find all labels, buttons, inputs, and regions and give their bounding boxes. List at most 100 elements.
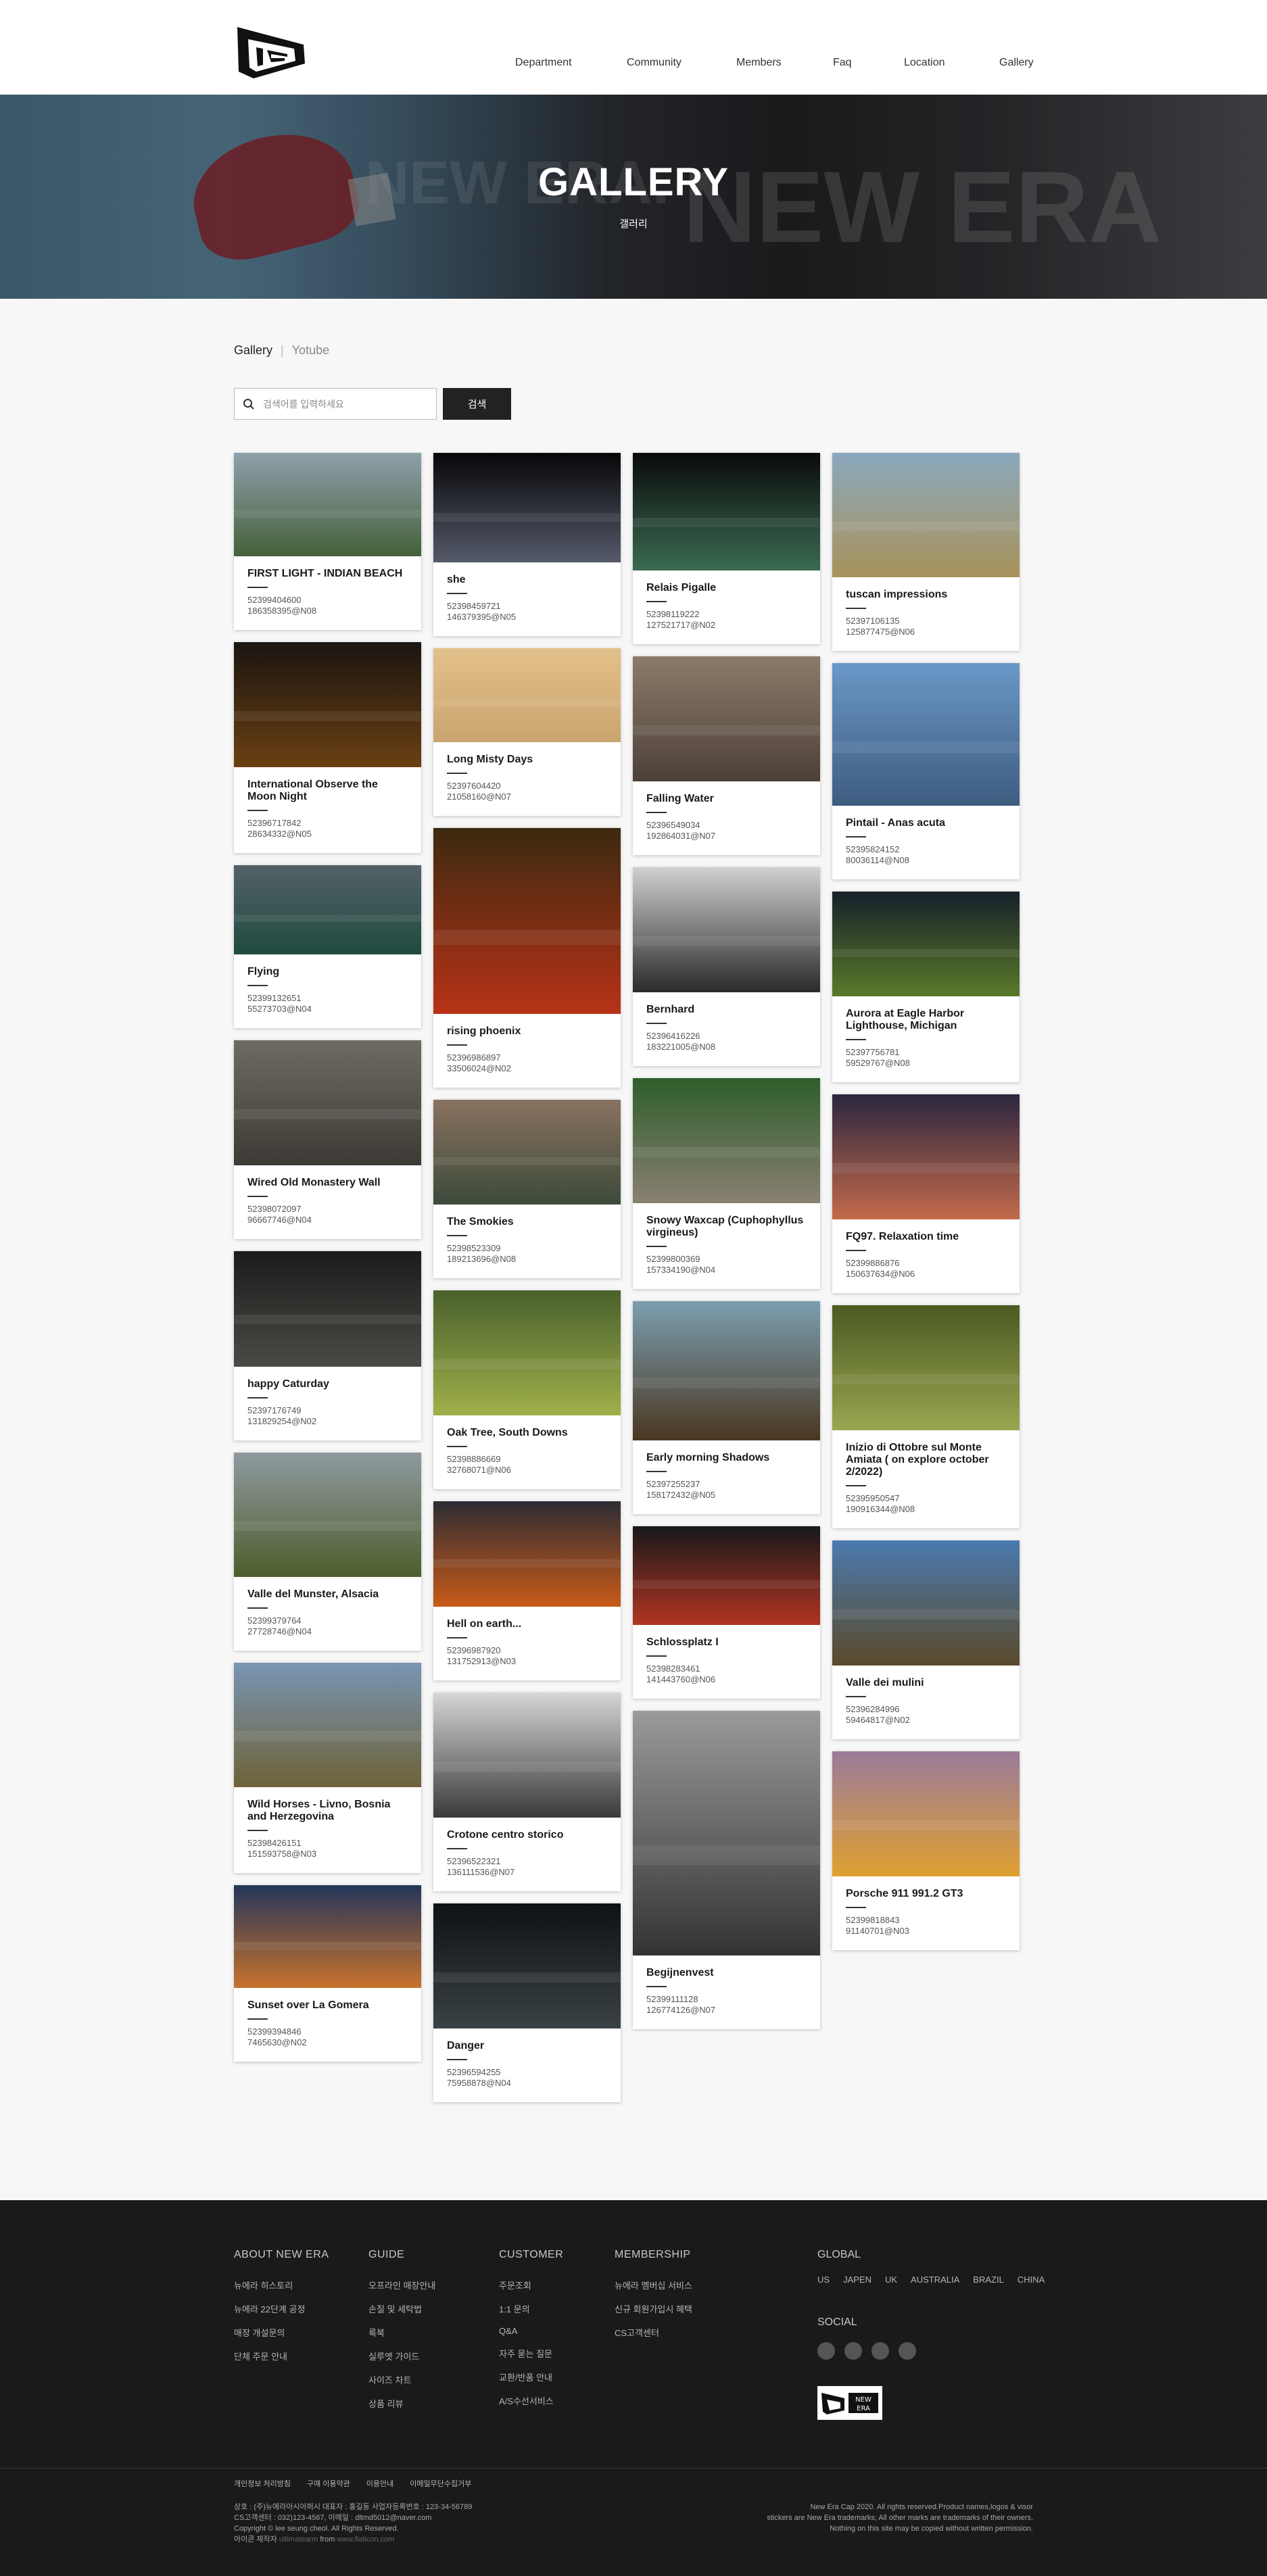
global-link[interactable]: JAPEN [843, 2275, 871, 2285]
card-title[interactable]: rising phoenix [447, 1025, 607, 1038]
card-title[interactable]: Sunset over La Gomera [247, 1999, 408, 2012]
gallery-card[interactable]: Begijnenvest 52399111128 126774126@N07 [633, 1711, 820, 2029]
card-title[interactable]: Bernhard [646, 1004, 807, 1016]
sunset-coast-photo[interactable] [234, 1885, 421, 1988]
trees-dawn-photo[interactable] [633, 1301, 820, 1440]
facebook-icon[interactable] [844, 2342, 862, 2360]
gallery-card[interactable]: Wild Horses - Livno, Bosnia and Herzegov… [234, 1663, 421, 1873]
vineyard-photo[interactable] [234, 1453, 421, 1577]
sea-cliff-photo[interactable] [234, 453, 421, 556]
mill-photo[interactable] [832, 1540, 1020, 1666]
footer-link[interactable]: Q&A [499, 2326, 563, 2336]
tab-gallery[interactable]: Gallery [234, 343, 272, 358]
aurora-photo[interactable] [832, 892, 1020, 996]
footer-link[interactable]: 상품 리뷰 [368, 2397, 435, 2410]
gallery-card[interactable]: FQ97. Relaxation time 52399886876 15063763… [832, 1094, 1020, 1293]
credit-author-link[interactable]: ultimatearm [279, 2535, 318, 2544]
footer-link[interactable]: 사이즈 차트 [368, 2373, 435, 2386]
night-shop-photo[interactable] [633, 453, 820, 570]
youtube-icon[interactable] [817, 2342, 835, 2360]
card-title[interactable]: Wild Horses - Livno, Bosnia and Herzegov… [247, 1799, 408, 1823]
forest-photo[interactable] [832, 1305, 1020, 1430]
legal-link[interactable]: 개인정보 처리방침 [234, 2478, 291, 2489]
footer-link[interactable]: 오프라인 매장안내 [368, 2279, 435, 2291]
gallery-card[interactable]: Crotone centro storico 52396522321 1361115… [433, 1693, 621, 1891]
footer-link[interactable]: 매장 개설문의 [234, 2326, 329, 2339]
legal-link[interactable]: 이용안내 [366, 2478, 393, 2489]
steps-photo[interactable] [633, 656, 820, 781]
card-title[interactable]: Pintail - Anas acuta [846, 817, 1006, 829]
card-title[interactable]: Valle del Munster, Alsacia [247, 1588, 408, 1601]
card-title[interactable]: Long Misty Days [447, 754, 607, 766]
gallery-card[interactable]: Valle del Munster, Alsacia 52399379764 277… [234, 1453, 421, 1651]
card-title[interactable]: Schlossplatz I [646, 1636, 807, 1649]
wave-photo[interactable] [234, 865, 421, 954]
card-title[interactable]: happy Caturday [247, 1378, 408, 1390]
red-flower-photo[interactable] [433, 828, 621, 1014]
footer-link[interactable]: 교환/반품 안내 [499, 2371, 563, 2383]
search-input[interactable] [263, 389, 432, 419]
footer-link[interactable]: 주문조회 [499, 2279, 563, 2291]
nav-faq[interactable]: Faq [833, 57, 904, 69]
gallery-card[interactable]: Aurora at Eagle Harbor Lighthouse, Michi… [832, 892, 1020, 1082]
gallery-card[interactable]: Hell on earth... 52396987920 131752913@N03 [433, 1501, 621, 1680]
stone-wall-photo[interactable] [234, 1040, 421, 1165]
gallery-card[interactable]: Bernhard 52396416226 183221005@N08 [633, 867, 820, 1066]
duck-photo[interactable] [832, 663, 1020, 806]
card-title[interactable]: Snowy Waxcap (Cuphophyllus virgineus) [646, 1215, 807, 1239]
dark-road-photo[interactable] [433, 1903, 621, 2028]
footer-logo[interactable]: NEW ERA [817, 2386, 882, 2420]
mushroom-photo[interactable] [633, 1078, 820, 1203]
gallery-card[interactable]: Pintail - Anas acuta 52395824152 80036114@… [832, 663, 1020, 879]
global-link[interactable]: CHINA [1018, 2275, 1045, 2285]
card-title[interactable]: Wired Old Monastery Wall [247, 1177, 408, 1189]
footer-link[interactable]: 1:1 문의 [499, 2302, 563, 2315]
footer-link[interactable]: 룩북 [368, 2326, 435, 2339]
footer-link[interactable]: 뉴에라 22단계 공정 [234, 2302, 329, 2315]
card-title[interactable]: The Smokies [447, 1216, 607, 1228]
footer-link[interactable]: 뉴에라 히스토리 [234, 2279, 329, 2291]
oak-tree-photo[interactable] [433, 1290, 621, 1415]
light-tunnel-photo[interactable] [433, 453, 621, 562]
card-title[interactable]: Oak Tree, South Downs [447, 1427, 607, 1439]
credit-site-link[interactable]: www.flaticon.com [337, 2535, 394, 2544]
building-bw-photo[interactable] [633, 1711, 820, 1955]
gallery-card[interactable]: Long Misty Days 52397604420 21058160@N07 [433, 648, 621, 816]
global-link[interactable]: UK [885, 2275, 897, 2285]
card-title[interactable]: Danger [447, 2040, 607, 2052]
tuscany-photo[interactable] [832, 453, 1020, 577]
card-title[interactable]: Falling Water [646, 793, 807, 805]
card-title[interactable]: Relais Pigalle [646, 582, 807, 594]
palm-sunset-photo[interactable] [832, 1094, 1020, 1219]
gallery-card[interactable]: The Smokies 52398523309 189213696@N08 [433, 1100, 621, 1278]
gallery-card[interactable]: Early morning Shadows 52397255237 15817243… [633, 1301, 820, 1514]
cat-photo[interactable] [234, 1251, 421, 1367]
gallery-card[interactable]: Flying 52399132651 55273703@N04 [234, 865, 421, 1028]
gallery-card[interactable]: Danger 52396594255 75958878@N04 [433, 1903, 621, 2102]
gallery-card[interactable]: happy Caturday 52397176749 131829254@N02 [234, 1251, 421, 1440]
alley-bw-photo[interactable] [433, 1693, 621, 1818]
card-title[interactable]: she [447, 574, 607, 586]
card-title[interactable]: Flying [247, 966, 408, 978]
subway-photo[interactable] [633, 1526, 820, 1625]
horses-photo[interactable] [234, 1663, 421, 1787]
gallery-card[interactable]: Sunset over La Gomera 52399394846 7465630@… [234, 1885, 421, 2062]
card-title[interactable]: Valle dei mulini [846, 1677, 1006, 1689]
new-era-logo[interactable] [233, 24, 309, 81]
city-moon-photo[interactable] [234, 642, 421, 767]
nav-community[interactable]: Community [627, 57, 736, 69]
gallery-card[interactable]: she 52398459721 146379395@N05 [433, 453, 621, 636]
misty-beach-photo[interactable] [433, 648, 621, 742]
card-title[interactable]: Begijnenvest [646, 1967, 807, 1979]
gallery-card[interactable]: Porsche 911 991.2 GT3 52399818843 91140701… [832, 1751, 1020, 1950]
global-link[interactable]: BRAZIL [973, 2275, 1004, 2285]
card-title[interactable]: Aurora at Eagle Harbor Lighthouse, Michi… [846, 1008, 1006, 1032]
gallery-card[interactable]: International Observe the Moon Night 5239… [234, 642, 421, 853]
search-button[interactable]: 검색 [443, 388, 511, 420]
gallery-card[interactable]: Snowy Waxcap (Cuphophyllus virgineus) 523… [633, 1078, 820, 1289]
gallery-card[interactable]: Valle dei mulini 52396284996 59464817@N02 [832, 1540, 1020, 1739]
global-link[interactable]: US [817, 2275, 830, 2285]
card-title[interactable]: International Observe the Moon Night [247, 779, 408, 803]
tab-youtube[interactable]: Yotube [292, 343, 329, 358]
card-title[interactable]: Crotone centro storico [447, 1829, 607, 1841]
